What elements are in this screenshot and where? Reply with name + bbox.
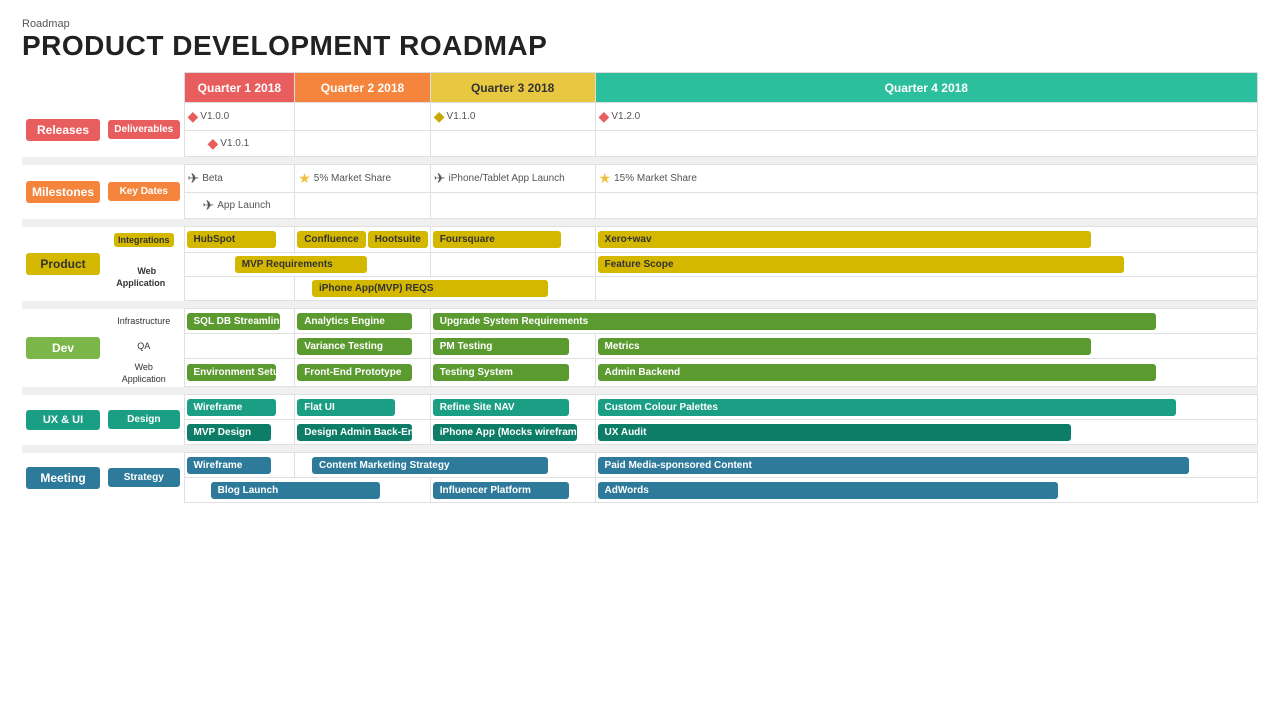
diamond-v120: ◆ bbox=[599, 108, 610, 125]
quarter-3-header: Quarter 3 2018 bbox=[430, 73, 595, 103]
milestone-beta: ✈ Beta bbox=[188, 169, 292, 188]
deliverables-label: Deliverables bbox=[108, 120, 180, 139]
keydates-label: Key Dates bbox=[108, 182, 180, 201]
plane-icon-beta: ✈ bbox=[188, 170, 200, 187]
meeting-row-1: Meeting Strategy Wireframe Content Marke… bbox=[22, 453, 1258, 478]
meeting-label: Meeting bbox=[26, 467, 100, 489]
milestones-row-1: Milestones Key Dates ✈ Beta ★ 5% Mark bbox=[22, 165, 1258, 193]
bar-hubspot: HubSpot bbox=[187, 231, 277, 248]
milestone-app-launch: ✈ App Launch bbox=[188, 196, 292, 215]
diamond-v110: ◆ bbox=[434, 108, 445, 125]
bar-hootsuite: Hootsuite bbox=[368, 231, 428, 248]
spacer-1 bbox=[22, 157, 1258, 165]
ux-row-2: MVP Design Design Admin Back-End iPhone … bbox=[22, 420, 1258, 445]
diamond-v101: ◆ bbox=[208, 135, 219, 152]
design-label: Design bbox=[108, 410, 180, 429]
milestones-row-2: ✈ App Launch bbox=[22, 193, 1258, 219]
star-icon-15pct: ★ bbox=[599, 170, 612, 187]
bar-xero: Xero+wav bbox=[598, 231, 1091, 248]
bar-blog-launch: Blog Launch bbox=[211, 482, 380, 499]
qa-sublabel: QA bbox=[137, 341, 150, 351]
release-v120: V1.2.0 bbox=[611, 111, 640, 122]
bar-admin-backend: Admin Backend bbox=[598, 364, 1157, 381]
page-title: PRODUCT DEVELOPMENT ROADMAP bbox=[22, 30, 1258, 62]
bar-adwords: AdWords bbox=[598, 482, 1058, 499]
bar-env-setup: Environment Setup bbox=[187, 364, 277, 381]
bar-wireframe-ux: Wireframe bbox=[187, 399, 277, 416]
release-v101: V1.0.1 bbox=[220, 138, 249, 149]
bar-influencer-platform: Influencer Platform bbox=[433, 482, 569, 499]
milestones-label: Milestones bbox=[26, 181, 100, 203]
diamond-v100: ◆ bbox=[188, 108, 199, 125]
milestone-market-share-5: ★ 5% Market Share bbox=[298, 169, 427, 188]
bar-upgrade-sys: Upgrade System Requirements bbox=[433, 313, 1157, 330]
quarter-1-header: Quarter 1 2018 bbox=[184, 73, 295, 103]
bar-content-marketing: Content Marketing Strategy bbox=[312, 457, 548, 474]
bar-feature-scope: Feature Scope bbox=[598, 256, 1124, 273]
plane-icon-iphone: ✈ bbox=[434, 170, 446, 187]
bar-mvp-req: MVP Requirements bbox=[235, 256, 368, 273]
ux-row-1: UX & UI Design Wireframe Flat UI Refine … bbox=[22, 395, 1258, 420]
milestone-iphone-launch: ✈ iPhone/Tablet App Launch bbox=[434, 169, 592, 188]
webapp-sublabel: WebApplication bbox=[116, 263, 171, 291]
bar-sql: SQL DB Streamline bbox=[187, 313, 280, 330]
dev-qa-row: QA Variance Testing PM Testing Metrics bbox=[22, 334, 1258, 359]
bar-mvp-design: MVP Design bbox=[187, 424, 272, 441]
bar-confluence: Confluence bbox=[297, 231, 365, 248]
product-integrations-row: Product Integrations HubSpot Confluence … bbox=[22, 227, 1258, 253]
plane-icon-app: ✈ bbox=[203, 197, 215, 214]
bar-flat-ui: Flat UI bbox=[297, 399, 395, 416]
meeting-row-2: Blog Launch Influencer Platform AdWords bbox=[22, 478, 1258, 503]
product-webapp-row-1: WebApplication MVP Requirements Feature … bbox=[22, 253, 1258, 277]
bar-iphone-mvp: iPhone App(MVP) REQS bbox=[312, 280, 548, 297]
dev-webapp-row: WebApplication Environment Setup Front-E… bbox=[22, 359, 1258, 387]
header-label: Roadmap bbox=[22, 18, 1258, 30]
roadmap-table: Quarter 1 2018 Quarter 2 2018 Quarter 3 … bbox=[22, 72, 1258, 503]
bar-foursquare: Foursquare bbox=[433, 231, 561, 248]
releases-row-2: ◆ V1.0.1 bbox=[22, 131, 1258, 157]
product-label: Product bbox=[26, 253, 100, 275]
product-webapp-row-2: iPhone App(MVP) REQS bbox=[22, 277, 1258, 301]
bar-design-admin: Design Admin Back-End bbox=[297, 424, 412, 441]
bar-analytics: Analytics Engine bbox=[297, 313, 412, 330]
spacer-4 bbox=[22, 387, 1258, 395]
bar-variance: Variance Testing bbox=[297, 338, 412, 355]
release-v110: V1.1.0 bbox=[447, 111, 476, 122]
integrations-sublabel: Integrations bbox=[114, 233, 174, 247]
releases-row: Releases Deliverables ◆ V1.0.0 bbox=[22, 103, 1258, 131]
bar-iphone-mocks: iPhone App (Mocks wireframe) bbox=[433, 424, 577, 441]
bar-wireframe-meeting: Wireframe bbox=[187, 457, 272, 474]
bar-pm-testing: PM Testing bbox=[433, 338, 569, 355]
dev-label: Dev bbox=[26, 337, 100, 359]
spacer-2 bbox=[22, 219, 1258, 227]
release-v100: V1.0.0 bbox=[200, 111, 229, 122]
dev-webapp-sublabel: WebApplication bbox=[122, 362, 166, 384]
quarter-2-header: Quarter 2 2018 bbox=[295, 73, 431, 103]
bar-paid-media: Paid Media-sponsored Content bbox=[598, 457, 1190, 474]
bar-ux-audit: UX Audit bbox=[598, 424, 1071, 441]
quarter-4-header: Quarter 4 2018 bbox=[595, 73, 1257, 103]
bar-metrics: Metrics bbox=[598, 338, 1091, 355]
spacer-5 bbox=[22, 445, 1258, 453]
ux-label: UX & UI bbox=[26, 410, 100, 430]
infra-sublabel: Infrastructure bbox=[117, 316, 170, 326]
releases-label: Releases bbox=[26, 119, 100, 141]
bar-colour-palettes: Custom Colour Palettes bbox=[598, 399, 1177, 416]
dev-infra-row: Dev Infrastructure SQL DB Streamline Ana… bbox=[22, 309, 1258, 334]
milestone-market-share-15: ★ 15% Market Share bbox=[599, 169, 1254, 188]
bar-testing-sys: Testing System bbox=[433, 364, 569, 381]
strategy-label: Strategy bbox=[108, 468, 180, 487]
bar-refine-nav: Refine Site NAV bbox=[433, 399, 569, 416]
bar-frontend: Front-End Prototype bbox=[297, 364, 412, 381]
star-icon-5pct: ★ bbox=[298, 170, 311, 187]
spacer-3 bbox=[22, 301, 1258, 309]
